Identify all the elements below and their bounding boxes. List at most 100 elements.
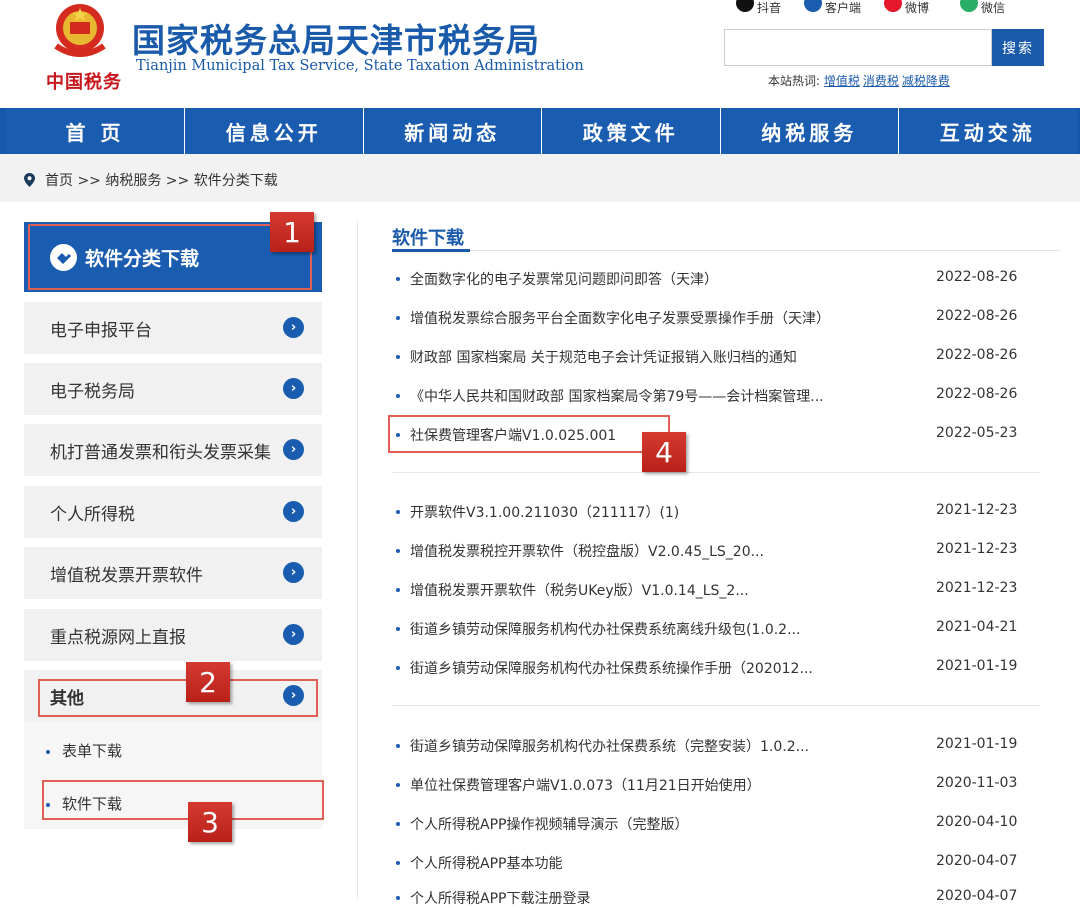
list-item[interactable]: 财政部 国家档案局 关于规范电子会计凭证报销入账归档的通知 2022-08-26 (396, 347, 1036, 367)
sidebar-sub-item-forms[interactable]: 表单下载 (46, 740, 122, 761)
chevron-right-icon: › (283, 562, 304, 583)
step-badge: 3 (188, 802, 232, 842)
divider (392, 472, 1040, 473)
list-item-title[interactable]: 个人所得税APP操作视频辅导演示（完整版） (410, 814, 688, 834)
list-item[interactable]: 开票软件V3.1.00.211030（211117）(1) 2021-12-23 (396, 502, 1036, 522)
bullet-icon (396, 277, 400, 281)
bullet-icon (396, 666, 400, 670)
social-weibo[interactable]: 微博 (884, 0, 930, 15)
list-item[interactable]: 增值税发票税控开票软件（税控盘版）V2.0.45_LS_20... 2021-12… (396, 541, 1036, 561)
list-item-title[interactable]: 街道乡镇劳动保障服务机构代办社保费系统（完整安装）1.0.2... (410, 736, 809, 756)
list-item[interactable]: 单位社保费管理客户端V1.0.073（11月21日开始使用） 2020-11-03 (396, 775, 1036, 795)
list-item[interactable]: 个人所得税APP基本功能 2020-04-07 (396, 853, 1036, 873)
step-badge: 4 (642, 432, 686, 472)
sidebar-item-label: 机打普通发票和衔头发票采集 (50, 442, 271, 463)
sidebar-item-e-tax-bureau[interactable]: 电子税务局 › (24, 363, 322, 415)
list-item[interactable]: 全面数字化的电子发票常见问题即问即答（天津） 2022-08-26 (396, 269, 1036, 289)
bullet-icon (396, 861, 400, 865)
social-label: 客户端 (825, 0, 862, 15)
nav-policy[interactable]: 政策文件 (541, 108, 720, 154)
list-item-date: 2021-04-21 (936, 619, 1018, 635)
list-item-date: 2022-08-26 (936, 386, 1018, 402)
list-item-title[interactable]: 增值税发票税控开票软件（税控盘版）V2.0.45_LS_20... (410, 541, 764, 561)
social-wechat[interactable]: 微信 (960, 0, 1006, 15)
chevron-right-icon: › (283, 378, 304, 399)
highlight-box (42, 780, 324, 820)
bullet-icon (396, 588, 400, 592)
list-item-date: 2020-11-03 (936, 775, 1018, 791)
chevron-right-icon: › (283, 624, 304, 645)
sidebar-item-e-filing[interactable]: 电子申报平台 › (24, 302, 322, 354)
hot-words: 本站热词: 增值税 消费税 减税降费 (768, 72, 953, 89)
bullet-icon (396, 896, 400, 900)
main-nav: 首 页 信息公开 新闻动态 政策文件 纳税服务 互动交流 (0, 108, 1080, 154)
sidebar-item-key-tax-source[interactable]: 重点税源网上直报 › (24, 609, 322, 661)
site-subtitle: Tianjin Municipal Tax Service, State Tax… (136, 58, 584, 74)
list-item[interactable]: 《中华人民共和国财政部 国家档案局令第79号——会计档案管理... 2022-08… (396, 386, 1036, 406)
social-label: 抖音 (757, 0, 782, 15)
breadcrumb-text[interactable]: 首页 >> 纳税服务 >> 软件分类下载 (45, 170, 278, 190)
list-item[interactable]: 个人所得税APP下载注册登录 2020-04-07 (396, 888, 1036, 908)
list-item-title[interactable]: 开票软件V3.1.00.211030（211117）(1) (410, 502, 679, 522)
bullet-icon (396, 510, 400, 514)
list-item-title[interactable]: 街道乡镇劳动保障服务机构代办社保费系统操作手册（202012... (410, 658, 813, 678)
breadcrumb-bar: 首页 >> 纳税服务 >> 软件分类下载 (0, 154, 1080, 202)
china-tax-brand-mark: 中国税务 (46, 72, 122, 93)
sidebar-item-vat-invoice-software[interactable]: 增值税发票开票软件 › (24, 547, 322, 599)
list-item[interactable]: 个人所得税APP操作视频辅导演示（完整版） 2020-04-10 (396, 814, 1036, 834)
list-item-title[interactable]: 个人所得税APP下载注册登录 (410, 888, 590, 908)
social-label: 微博 (905, 0, 930, 15)
highlight-box (388, 415, 670, 453)
social-client[interactable]: 客户端 (804, 0, 862, 15)
bullet-icon (396, 355, 400, 359)
list-item-title[interactable]: 财政部 国家档案局 关于规范电子会计凭证报销入账归档的通知 (410, 347, 797, 367)
nav-interaction[interactable]: 互动交流 (898, 108, 1077, 154)
hot-word-link[interactable]: 消费税 (863, 74, 899, 88)
list-item[interactable]: 街道乡镇劳动保障服务机构代办社保费系统离线升级包(1.0.2... 2021-04… (396, 619, 1036, 639)
list-item-title[interactable]: 单位社保费管理客户端V1.0.073（11月21日开始使用） (410, 775, 761, 795)
hot-word-link[interactable]: 减税降费 (902, 74, 950, 88)
list-item-date: 2021-12-23 (936, 580, 1018, 596)
hot-word-link[interactable]: 增值税 (824, 74, 860, 88)
list-item[interactable]: 街道乡镇劳动保障服务机构代办社保费系统操作手册（202012... 2021-01… (396, 658, 1036, 678)
divider (392, 250, 1060, 251)
site-header: 中国税务 国家税务总局天津市税务局 Tianjin Municipal Tax … (0, 0, 1080, 108)
national-emblem-icon (54, 4, 106, 57)
list-item[interactable]: 增值税发票开票软件（税务UKey版）V1.0.14_LS_2... 2021-12… (396, 580, 1036, 600)
chevron-right-icon: › (283, 317, 304, 338)
list-item[interactable]: 增值税发票综合服务平台全面数字化电子发票受票操作手册（天津） 2022-08-26 (396, 308, 1036, 328)
list-item-title[interactable]: 增值税发票开票软件（税务UKey版）V1.0.14_LS_2... (410, 580, 749, 600)
list-item-title[interactable]: 个人所得税APP基本功能 (410, 853, 562, 873)
social-douyin[interactable]: 抖音 (736, 0, 782, 15)
list-item-date: 2021-12-23 (936, 541, 1018, 557)
search-input[interactable] (724, 29, 992, 66)
list-item-title[interactable]: 街道乡镇劳动保障服务机构代办社保费系统离线升级包(1.0.2... (410, 619, 800, 639)
site-title: 国家税务总局天津市税务局 (132, 21, 540, 60)
bullet-icon (396, 549, 400, 553)
bullet-icon (396, 822, 400, 826)
search-button[interactable]: 搜索 (992, 29, 1044, 66)
sidebar-item-invoice-collection[interactable]: 机打普通发票和衔头发票采集 › (24, 424, 322, 476)
nav-info-disclosure[interactable]: 信息公开 (184, 108, 363, 154)
list-item-title[interactable]: 增值税发票综合服务平台全面数字化电子发票受票操作手册（天津） (410, 308, 830, 328)
step-badge: 2 (186, 662, 230, 702)
list-item-date: 2022-05-23 (936, 425, 1018, 441)
bullet-icon (396, 394, 400, 398)
sidebar-item-iit[interactable]: 个人所得税 › (24, 486, 322, 538)
nav-home[interactable]: 首 页 (6, 108, 184, 154)
divider (392, 705, 1040, 706)
client-icon (804, 0, 822, 12)
list-item-title[interactable]: 《中华人民共和国财政部 国家档案局令第79号——会计档案管理... (410, 386, 824, 406)
step-badge: 1 (270, 212, 314, 252)
sidebar-item-label: 重点税源网上直报 (50, 627, 186, 648)
nav-tax-service[interactable]: 纳税服务 (719, 108, 898, 154)
nav-news[interactable]: 新闻动态 (362, 108, 541, 154)
list-item[interactable]: 街道乡镇劳动保障服务机构代办社保费系统（完整安装）1.0.2... 2021-01… (396, 736, 1036, 756)
list-item-title[interactable]: 全面数字化的电子发票常见问题即问即答（天津） (410, 269, 718, 289)
section-title: 软件下载 (392, 228, 464, 249)
list-item-date: 2021-12-23 (936, 502, 1018, 518)
list-item-date: 2022-08-26 (936, 308, 1018, 324)
list-item-date: 2022-08-26 (936, 347, 1018, 363)
social-label: 微信 (981, 0, 1006, 15)
hot-words-label: 本站热词: (768, 74, 821, 88)
